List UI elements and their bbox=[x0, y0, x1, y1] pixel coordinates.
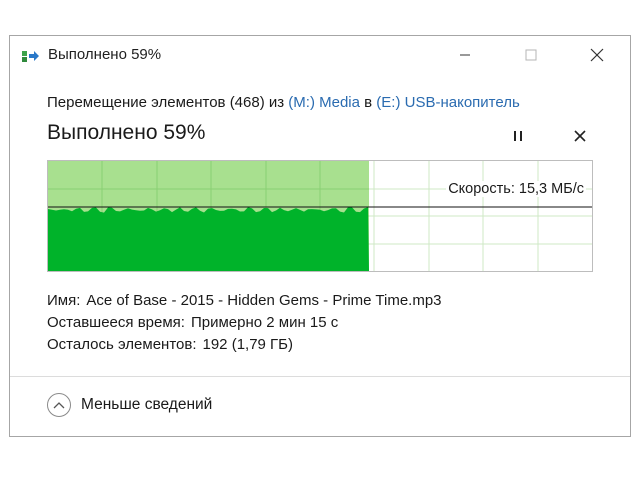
time-remaining-label: Оставшееся время: bbox=[47, 314, 185, 331]
maximize-button[interactable] bbox=[508, 36, 554, 74]
cancel-button[interactable] bbox=[568, 124, 592, 148]
source-link[interactable]: (M:) Media bbox=[288, 94, 360, 111]
detail-name-row: Имя: Ace of Base - 2015 - Hidden Gems - P… bbox=[47, 290, 442, 312]
name-label: Имя: bbox=[47, 292, 81, 309]
operation-prefix: Перемещение элементов (468) из bbox=[47, 94, 289, 111]
minimize-icon bbox=[460, 54, 470, 56]
speed-graph-canvas bbox=[48, 161, 592, 271]
speed-label: Скорость: 15,3 МБ/с bbox=[446, 181, 586, 197]
copy-progress-dialog: Выполнено 59% Перемещение элементов (468… bbox=[9, 35, 631, 437]
pause-icon bbox=[514, 131, 522, 141]
destination-link[interactable]: (E:) USB-накопитель bbox=[376, 94, 519, 111]
detail-items-row: Осталось элементов: 192 (1,79 ГБ) bbox=[47, 334, 442, 356]
title-bar: Выполнено 59% bbox=[10, 36, 630, 74]
detail-time-row: Оставшееся время: Примерно 2 мин 15 с bbox=[47, 312, 442, 334]
fewer-details-label: Меньше сведений bbox=[81, 396, 213, 413]
minimize-button[interactable] bbox=[442, 36, 488, 74]
file-move-icon bbox=[22, 51, 39, 62]
cancel-icon bbox=[574, 130, 586, 142]
items-remaining-label: Осталось элементов: bbox=[47, 336, 197, 353]
time-remaining-value: Примерно 2 мин 15 с bbox=[190, 314, 339, 331]
details-panel: Имя: Ace of Base - 2015 - Hidden Gems - P… bbox=[47, 290, 442, 356]
maximize-icon bbox=[525, 49, 537, 61]
chevron-up-icon bbox=[47, 393, 71, 417]
speed-area bbox=[48, 207, 369, 271]
progress-headline: Выполнено 59% bbox=[47, 121, 206, 144]
pause-button[interactable] bbox=[506, 124, 530, 148]
items-remaining-value: 192 (1,79 ГБ) bbox=[202, 336, 294, 353]
fewer-details-button[interactable]: Меньше сведений bbox=[47, 393, 212, 417]
footer-divider bbox=[10, 376, 630, 377]
name-value: Ace of Base - 2015 - Hidden Gems - Prime… bbox=[86, 292, 442, 309]
window-title: Выполнено 59% bbox=[48, 46, 162, 63]
operation-description: Перемещение элементов (468) из (M:) Medi… bbox=[47, 94, 520, 111]
operation-middle: в bbox=[359, 94, 377, 111]
close-button[interactable] bbox=[574, 36, 620, 74]
speed-graph: Скорость: 15,3 МБ/с bbox=[47, 160, 593, 272]
close-icon bbox=[590, 48, 604, 62]
